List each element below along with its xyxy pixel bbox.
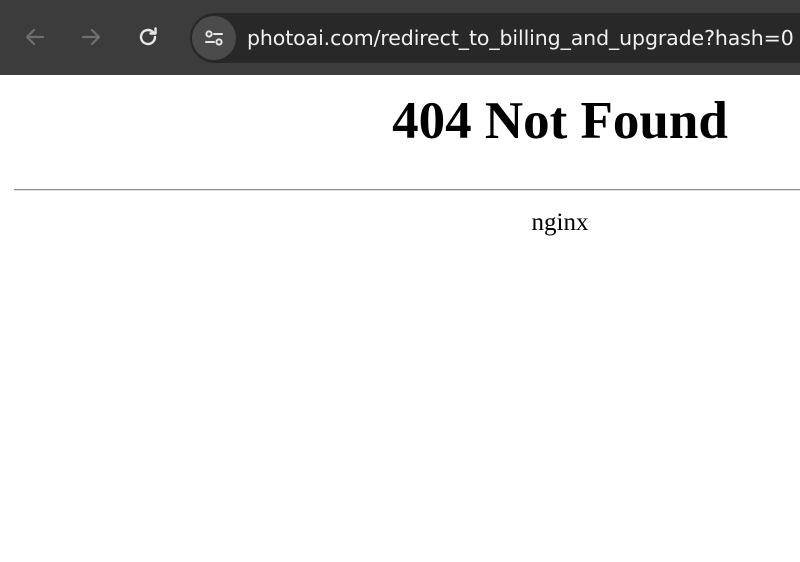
url-text[interactable]: photoai.com/redirect_to_billing_and_upgr… xyxy=(247,25,794,51)
tune-icon xyxy=(205,30,223,46)
server-name: nginx xyxy=(531,209,589,236)
arrow-right-icon xyxy=(81,28,101,46)
browser-toolbar: photoai.com/redirect_to_billing_and_upgr… xyxy=(0,0,800,75)
address-bar[interactable]: photoai.com/redirect_to_billing_and_upgr… xyxy=(190,13,800,63)
back-button[interactable] xyxy=(17,19,53,55)
page-content: 404 Not Found nginx xyxy=(0,75,800,562)
site-info-button[interactable] xyxy=(192,16,236,60)
reload-icon xyxy=(139,27,157,46)
divider xyxy=(14,189,800,191)
reload-button[interactable] xyxy=(130,19,166,55)
arrow-left-icon xyxy=(25,28,45,46)
page-title: 404 Not Found xyxy=(392,92,728,150)
forward-button[interactable] xyxy=(73,19,109,55)
